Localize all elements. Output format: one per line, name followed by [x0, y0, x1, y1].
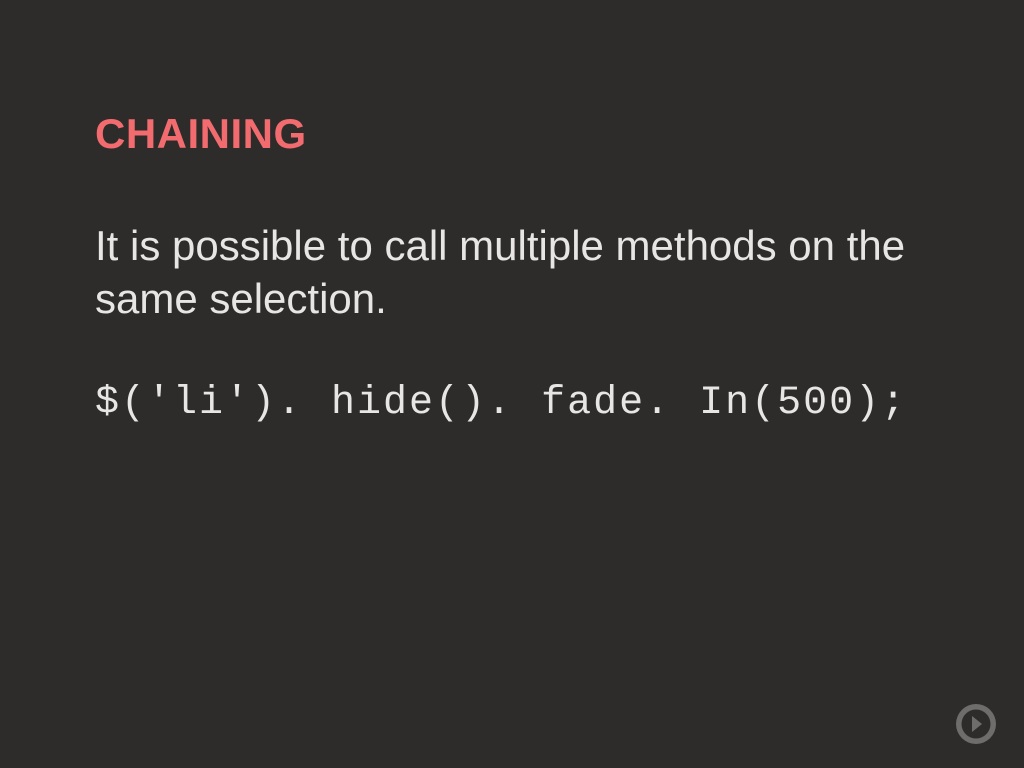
next-button[interactable] — [954, 702, 998, 746]
slide-container: CHAINING It is possible to call multiple… — [0, 0, 1024, 768]
slide-code-example: $('li'). hide(). fade. In(500); — [95, 381, 929, 426]
arrow-right-circle-icon — [954, 733, 998, 750]
slide-title: CHAINING — [95, 110, 929, 158]
slide-body-text: It is possible to call multiple methods … — [95, 220, 929, 325]
